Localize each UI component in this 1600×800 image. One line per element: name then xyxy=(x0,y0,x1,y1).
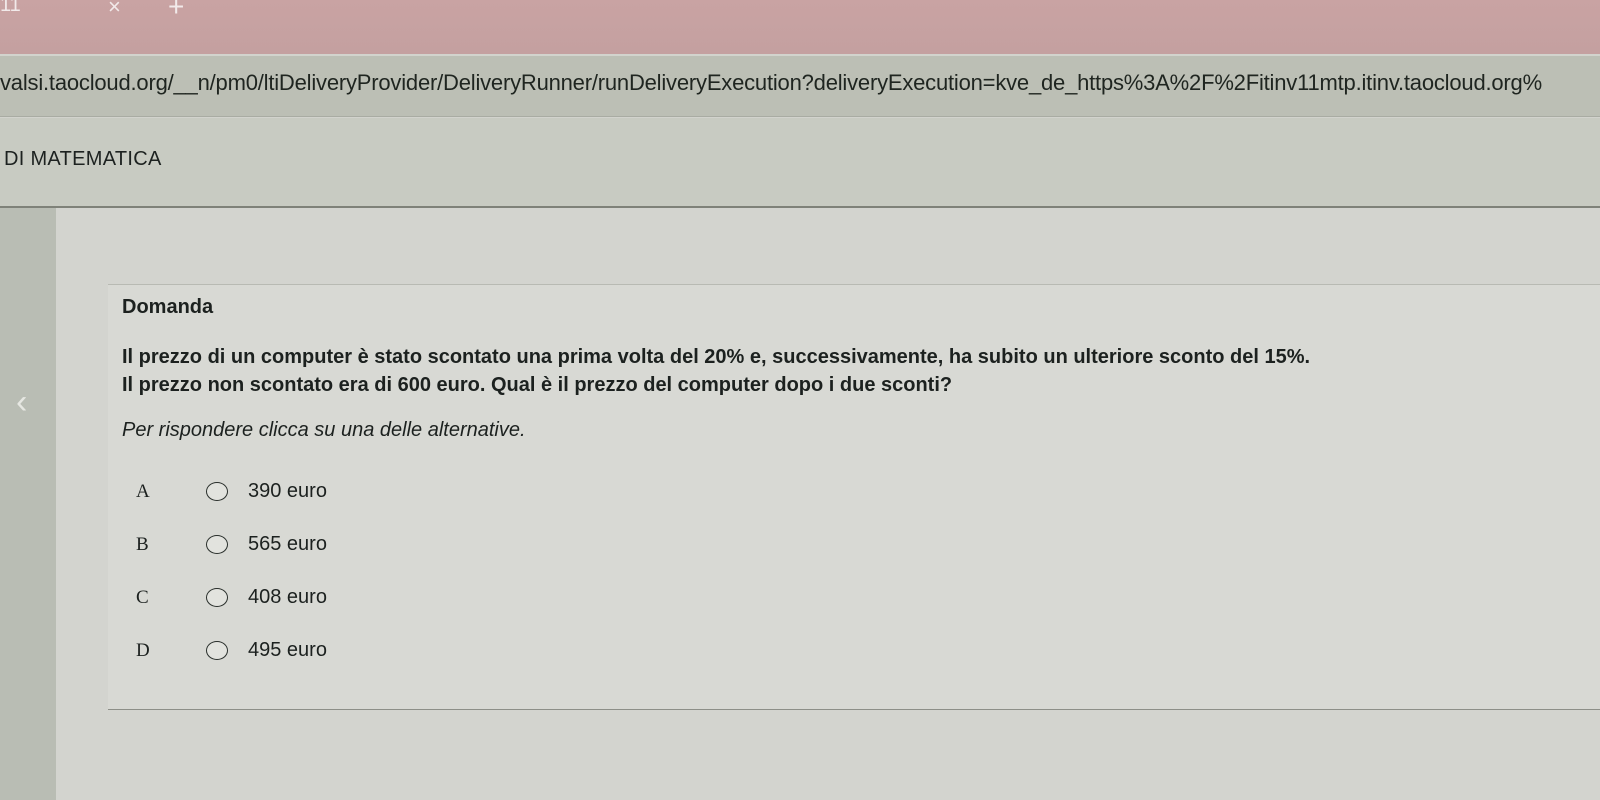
left-navigation-strip: ‹ xyxy=(0,208,56,800)
choice-label[interactable]: 390 euro xyxy=(248,480,327,503)
question-heading: Domanda xyxy=(122,296,214,318)
question-prompt-line: Il prezzo non scontato era di 600 euro. … xyxy=(122,374,953,396)
previous-arrow-icon[interactable]: ‹ xyxy=(16,383,27,422)
choice-letter: A xyxy=(136,481,150,502)
radio-button-icon[interactable] xyxy=(206,535,228,554)
choice-c[interactable]: C 408 euro xyxy=(122,573,1582,626)
answer-choices: A 390 euro B 565 euro C 408 euro D 495 e… xyxy=(122,467,1582,679)
test-header: DI MATEMATICA xyxy=(0,118,1600,208)
address-bar[interactable]: valsi.taocloud.org/__n/pm0/ltiDeliveryPr… xyxy=(0,56,1600,117)
radio-button-icon[interactable] xyxy=(206,641,228,660)
question-instruction: Per rispondere clicca su una delle alter… xyxy=(122,419,526,441)
choice-b[interactable]: B 565 euro xyxy=(122,520,1582,573)
question-prompt-line: Il prezzo di un computer è stato scontat… xyxy=(122,346,1311,368)
choice-d[interactable]: D 495 euro xyxy=(122,626,1582,679)
browser-tab-bar: 11 × + xyxy=(0,0,1600,54)
choice-label[interactable]: 408 euro xyxy=(248,586,327,609)
choice-a[interactable]: A 390 euro xyxy=(122,467,1582,520)
tab-close-icon[interactable]: × xyxy=(108,0,121,20)
choice-letter: C xyxy=(136,587,149,608)
new-tab-button[interactable]: + xyxy=(168,0,184,23)
url-text[interactable]: valsi.taocloud.org/__n/pm0/ltiDeliveryPr… xyxy=(0,70,1600,96)
choice-letter: D xyxy=(136,640,150,661)
radio-button-icon[interactable] xyxy=(206,482,228,501)
choice-label[interactable]: 565 euro xyxy=(248,533,327,556)
tab-number[interactable]: 11 xyxy=(0,0,21,17)
choice-label[interactable]: 495 euro xyxy=(248,639,327,662)
question-panel: Domanda Il prezzo di un computer è stato… xyxy=(108,284,1600,710)
question-prompt: Il prezzo di un computer è stato scontat… xyxy=(122,343,1592,399)
radio-button-icon[interactable] xyxy=(206,588,228,607)
header-title: DI MATEMATICA xyxy=(4,148,162,170)
choice-letter: B xyxy=(136,534,149,555)
content-area: ‹ Domanda Il prezzo di un computer è sta… xyxy=(0,208,1600,800)
